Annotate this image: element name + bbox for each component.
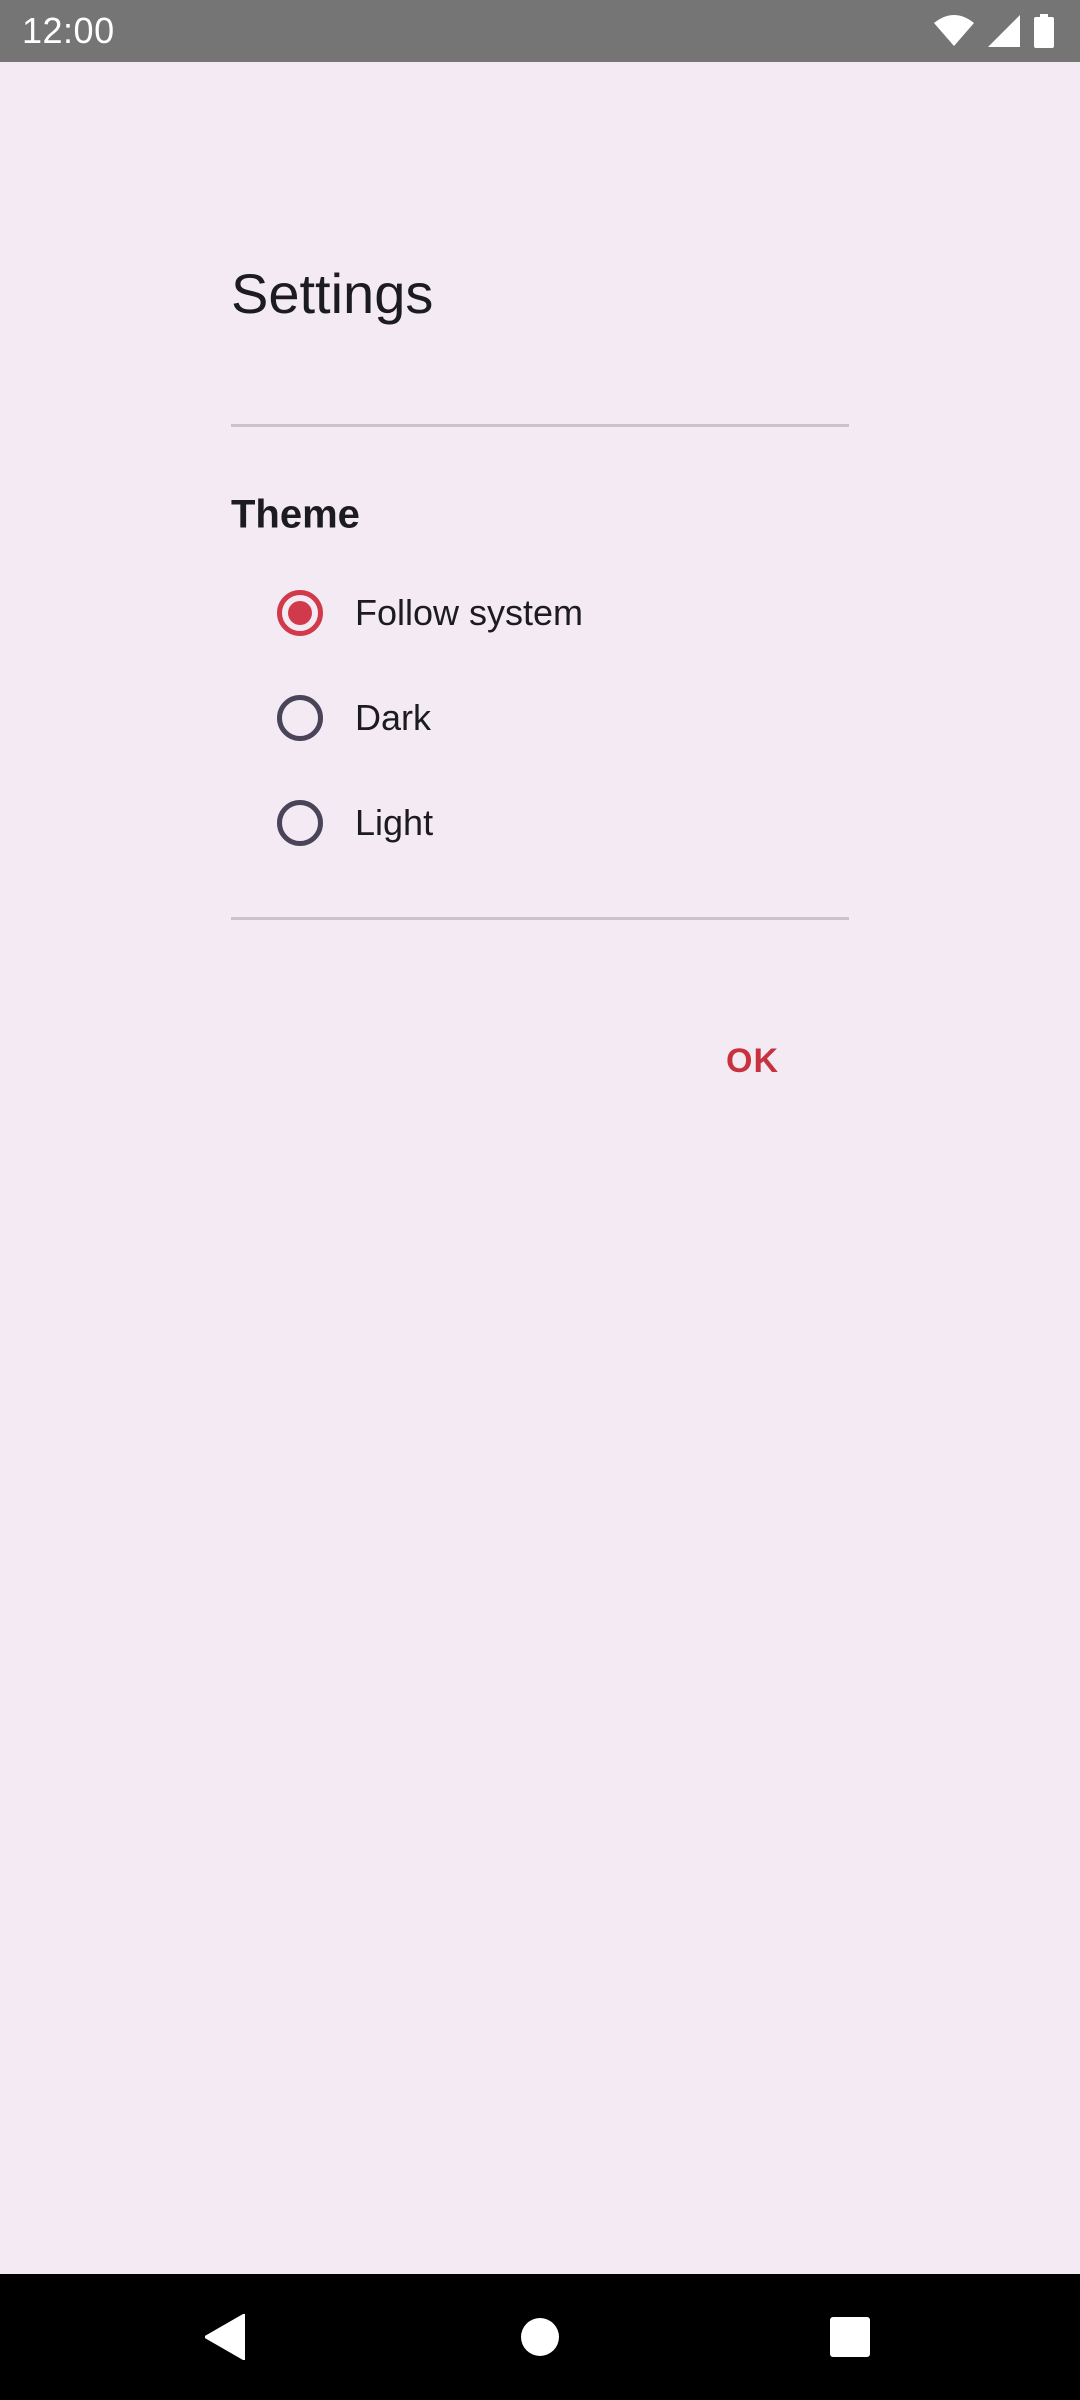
radio-label: Dark [355, 697, 432, 738]
cellular-signal-icon [988, 15, 1020, 47]
wifi-icon [934, 15, 974, 47]
divider-bottom [231, 917, 849, 920]
theme-option-follow-system[interactable]: Follow system [277, 568, 817, 658]
status-time: 12:00 [22, 10, 115, 51]
radio-button-checked-icon[interactable] [277, 590, 323, 636]
radio-dot [288, 601, 312, 625]
nav-recents-button[interactable] [780, 2274, 920, 2400]
recents-icon [830, 2317, 870, 2357]
status-bar: 12:00 [0, 0, 1080, 62]
back-icon [205, 2314, 245, 2360]
theme-option-light[interactable]: Light [277, 778, 817, 868]
theme-section-label: Theme [231, 492, 360, 537]
home-icon [520, 2317, 560, 2357]
nav-back-button[interactable] [155, 2274, 295, 2400]
nav-home-button[interactable] [470, 2274, 610, 2400]
ok-button[interactable]: OK [702, 1022, 803, 1101]
radio-label: Follow system [355, 592, 584, 633]
radio-button-unchecked-icon[interactable] [277, 695, 323, 741]
dialog-title: Settings [231, 262, 434, 325]
status-icons [934, 14, 1054, 48]
theme-option-dark[interactable]: Dark [277, 673, 817, 763]
battery-icon [1034, 14, 1054, 48]
navigation-bar [0, 2274, 1080, 2400]
radio-label: Light [355, 802, 434, 843]
radio-button-unchecked-icon[interactable] [277, 800, 323, 846]
divider-top [231, 424, 849, 427]
